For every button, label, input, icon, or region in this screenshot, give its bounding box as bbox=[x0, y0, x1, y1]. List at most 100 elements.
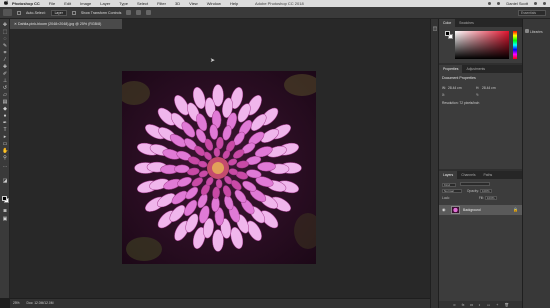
quick-select-tool-icon[interactable]: ✎ bbox=[2, 44, 8, 49]
lock-label: Lock: bbox=[442, 196, 450, 200]
menu-layer[interactable]: Layer bbox=[100, 1, 110, 6]
layer-filter-icons[interactable] bbox=[459, 182, 490, 186]
lock-icon: 🔒 bbox=[513, 207, 518, 212]
libraries-icon[interactable] bbox=[525, 29, 529, 33]
opacity-field[interactable]: 100% bbox=[479, 189, 492, 193]
brush-tool-icon[interactable]: ✐ bbox=[2, 72, 8, 77]
user-name[interactable]: Daniel Scott bbox=[506, 1, 528, 6]
link-layers-icon[interactable]: ∞ bbox=[453, 303, 456, 307]
foreground-color-chip[interactable] bbox=[445, 31, 450, 36]
delete-layer-icon[interactable]: 🗑 bbox=[504, 303, 509, 307]
document-tab-label: Dahlia-pink-bloom (2048×2048).jpg @ 25% … bbox=[18, 22, 102, 26]
x-label: X: bbox=[442, 93, 446, 97]
menu-list-icon[interactable] bbox=[543, 2, 546, 5]
path-selection-tool-icon[interactable]: ▸ bbox=[2, 135, 8, 140]
color-picker-field[interactable] bbox=[455, 31, 509, 59]
type-tool-icon[interactable]: T bbox=[2, 128, 8, 133]
move-tool-preset-icon[interactable] bbox=[3, 9, 12, 16]
default-colors-icon[interactable]: ◪ bbox=[2, 179, 8, 184]
zoom-tool-icon[interactable]: ⚲ bbox=[2, 156, 8, 161]
history-brush-tool-icon[interactable]: ↺ bbox=[2, 86, 8, 91]
hand-tool-icon[interactable]: ✋ bbox=[2, 149, 8, 154]
gradient-tool-icon[interactable]: ▤ bbox=[2, 100, 8, 105]
auto-select-label: Auto-Select: bbox=[26, 10, 46, 15]
dahlia-flower-image bbox=[122, 71, 316, 264]
marquee-tool-icon[interactable]: ⬚ bbox=[2, 30, 8, 35]
document-canvas[interactable] bbox=[122, 71, 316, 264]
screen-mode-icon[interactable]: ▣ bbox=[2, 217, 8, 222]
layer-kind-filter[interactable]: Kind bbox=[442, 183, 456, 187]
layer-name[interactable]: Background bbox=[463, 208, 481, 212]
layer-thumbnail bbox=[451, 206, 460, 214]
eyedropper-tool-icon[interactable]: ⁄ bbox=[2, 58, 8, 63]
height-value[interactable]: 28.44 cm bbox=[482, 86, 496, 90]
tab-swatches[interactable]: Swatches bbox=[455, 19, 478, 27]
hue-slider[interactable] bbox=[513, 31, 517, 59]
canvas-area[interactable]: ➤ bbox=[10, 29, 430, 298]
tab-color[interactable]: Color bbox=[439, 19, 456, 27]
app-menu[interactable]: Photoshop CC bbox=[12, 1, 40, 6]
auto-select-dropdown[interactable]: Layer bbox=[50, 9, 67, 16]
pen-tool-icon[interactable]: ✒ bbox=[2, 121, 8, 126]
move-tool-icon[interactable]: ✥ bbox=[2, 23, 8, 28]
search-icon[interactable] bbox=[534, 2, 537, 5]
blur-tool-icon[interactable]: ◆ bbox=[2, 107, 8, 112]
tab-paths[interactable]: Paths bbox=[480, 171, 497, 179]
add-mask-icon[interactable]: ◘ bbox=[470, 303, 472, 307]
menu-window[interactable]: Window bbox=[207, 1, 221, 6]
lasso-tool-icon[interactable]: ◌ bbox=[2, 37, 8, 42]
window-title: Adobe Photoshop CC 2018 bbox=[255, 1, 304, 6]
healing-brush-tool-icon[interactable]: ✚ bbox=[2, 65, 8, 70]
menu-image[interactable]: Image bbox=[80, 1, 91, 6]
color-panel-tabs: Color Swatches bbox=[439, 19, 523, 27]
fill-field[interactable]: 100% bbox=[484, 196, 497, 200]
new-group-icon[interactable]: ▭ bbox=[487, 303, 490, 307]
zoom-level[interactable]: 25% bbox=[13, 301, 20, 305]
quick-mask-icon[interactable]: ◙ bbox=[2, 209, 8, 214]
more-tools-icon[interactable]: ⋯ bbox=[2, 165, 8, 170]
apple-menu-icon[interactable] bbox=[4, 0, 12, 7]
clone-stamp-tool-icon[interactable]: ⊥ bbox=[2, 79, 8, 84]
new-layer-icon[interactable]: + bbox=[496, 303, 498, 307]
tab-channels[interactable]: Channels bbox=[457, 171, 479, 179]
menu-3d[interactable]: 3D bbox=[175, 1, 180, 6]
workspace-switcher[interactable]: Essentials bbox=[518, 10, 546, 16]
align-right-icon[interactable] bbox=[146, 10, 152, 15]
dodge-tool-icon[interactable]: ● bbox=[2, 114, 8, 119]
blend-mode-dropdown[interactable]: Normal bbox=[442, 189, 462, 193]
dahlia-petal bbox=[213, 147, 221, 158]
align-left-icon[interactable] bbox=[126, 10, 132, 15]
menu-filter[interactable]: Filter bbox=[157, 1, 166, 6]
shape-tool-icon[interactable]: ▭ bbox=[2, 142, 8, 147]
document-info[interactable]: Doc: 12.0M/12.0M bbox=[27, 301, 54, 305]
menu-view[interactable]: View bbox=[189, 1, 198, 6]
layer-style-icon[interactable]: fx bbox=[462, 303, 465, 307]
status-bar: 25% Doc: 12.0M/12.0M bbox=[10, 298, 430, 308]
eraser-tool-icon[interactable]: ▱ bbox=[2, 93, 8, 98]
tab-adjustments[interactable]: Adjustments bbox=[462, 65, 489, 73]
document-tab-bar: ✕ Dahlia-pink-bloom (2048×2048).jpg @ 25… bbox=[10, 19, 430, 29]
menu-edit[interactable]: Edit bbox=[64, 1, 71, 6]
width-value[interactable]: 28.44 cm bbox=[448, 86, 462, 90]
battery-icon[interactable] bbox=[497, 2, 501, 5]
menu-help[interactable]: Help bbox=[230, 1, 238, 6]
layer-row-background[interactable]: ◉ Background 🔒 bbox=[439, 205, 523, 215]
libraries-label[interactable]: Libraries bbox=[530, 30, 543, 34]
wifi-icon[interactable] bbox=[488, 2, 492, 5]
document-tab[interactable]: ✕ Dahlia-pink-bloom (2048×2048).jpg @ 25… bbox=[10, 19, 122, 29]
libraries-strip: Libraries bbox=[522, 19, 550, 308]
menu-type[interactable]: Type bbox=[119, 1, 128, 6]
menu-file[interactable]: File bbox=[49, 1, 55, 6]
tab-layers[interactable]: Layers bbox=[439, 171, 458, 179]
adjustment-layer-icon[interactable]: ◐ bbox=[479, 303, 481, 307]
visibility-eye-icon[interactable]: ◉ bbox=[442, 207, 446, 212]
auto-select-checkbox[interactable] bbox=[17, 10, 21, 15]
align-center-icon[interactable] bbox=[136, 10, 142, 15]
foreground-color-swatch[interactable] bbox=[2, 196, 7, 201]
menu-select[interactable]: Select bbox=[137, 1, 148, 6]
crop-tool-icon[interactable]: ⌗ bbox=[2, 51, 8, 56]
show-transform-checkbox[interactable] bbox=[71, 10, 76, 15]
layers-panel-tabs: Layers Channels Paths bbox=[439, 171, 523, 179]
tab-properties[interactable]: Properties bbox=[439, 65, 463, 73]
color-panel: Color Swatches bbox=[439, 19, 523, 63]
